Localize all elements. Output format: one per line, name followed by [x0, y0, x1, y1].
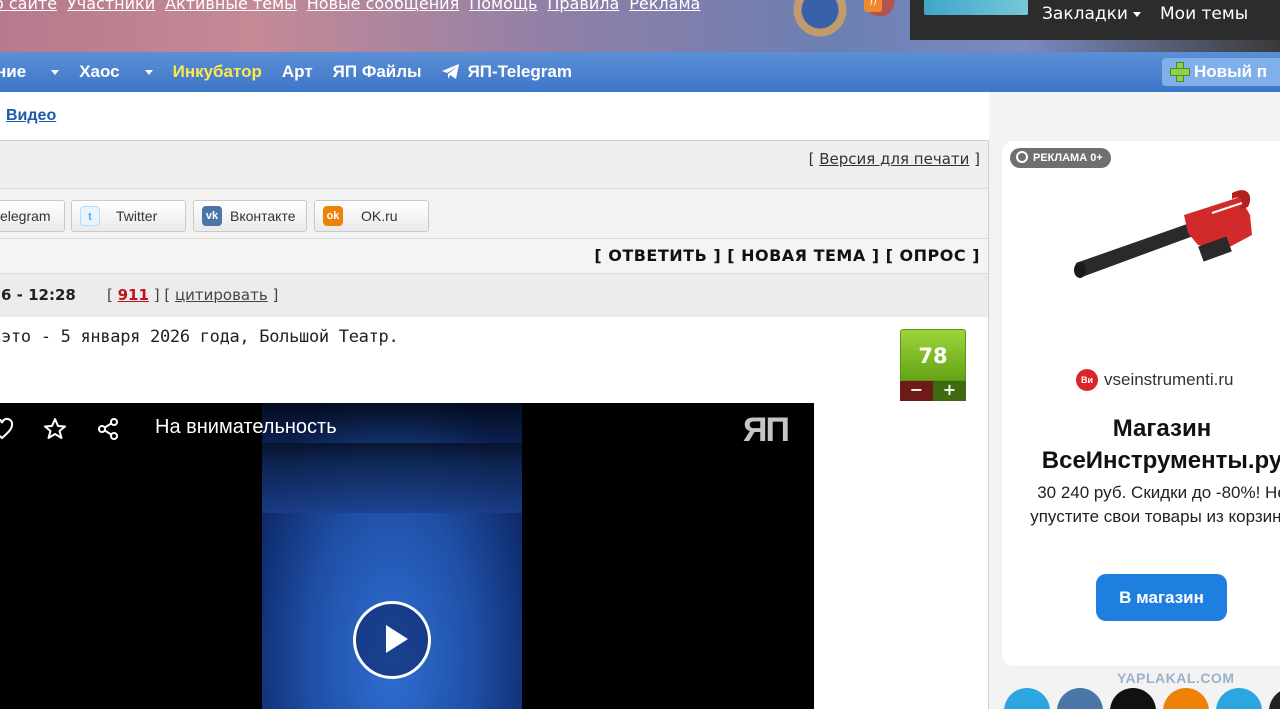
nav-item-chaos[interactable]: Хаос [79, 62, 153, 82]
chevron-down-icon [144, 69, 153, 75]
actions-row: [ ОТВЕТИТЬ ] [ НОВАЯ ТЕМА ] [ ОПРОС ] [0, 239, 988, 274]
plus-icon [1170, 62, 1190, 82]
ad-text: 30 240 руб. Скидки до -80%! Не упустите … [1030, 483, 1280, 526]
top-link-ads[interactable]: Реклама [629, 0, 700, 13]
top-link-members[interactable]: Участники [67, 0, 155, 13]
rating-score: 78 [900, 329, 966, 381]
user-panel: Закладки Мои темы [910, 0, 1280, 40]
share-vk-button[interactable]: vk Вконтакте [193, 200, 307, 232]
ad-title-line: ВсеИнструменты.ру [1041, 447, 1280, 474]
ad-title: Магазин ВсеИнструменты.ру [1022, 413, 1280, 477]
top-link-active-topics[interactable]: Активные темы [165, 0, 297, 13]
nav-item-label: ЯП-Telegram [467, 62, 572, 81]
breadcrumb[interactable]: Видео [6, 107, 56, 125]
post-number-link[interactable]: 911 [118, 286, 149, 304]
share-label: elegram [0, 208, 51, 224]
top-links: о сайте Участники Активные темы Новые со… [0, 0, 700, 13]
post-text: это - 5 января 2026 года, Большой Театр. [1, 327, 399, 347]
nav-item-telegram[interactable]: ЯП-Telegram [441, 62, 592, 82]
bookmarks-label: Закладки [1042, 4, 1128, 24]
ad-block[interactable]: РЕКЛАМА 0+ Ви vseinstrumenti.ru Магазин Вс… [1001, 140, 1280, 667]
post-links: [ 911 ] [ цитировать ] [107, 286, 279, 304]
nav-item-incubator[interactable]: Инкубатор [173, 62, 262, 82]
play-icon[interactable] [353, 601, 431, 679]
post-datetime: 6 - 12:28 [1, 286, 76, 304]
site-watermark: YAPLAKAL.COM [1117, 670, 1235, 686]
brand-logo: Ви [1076, 369, 1098, 391]
nav-item-files[interactable]: ЯП Файлы [333, 62, 422, 82]
print-version-link[interactable]: Версия для печати [819, 150, 969, 168]
nav-item-label: ние [0, 62, 27, 81]
yaplakal-logo: ЯП [743, 411, 790, 449]
ok-icon: ok [323, 206, 343, 226]
video-player[interactable]: На внимательность ЯП [0, 403, 814, 709]
topic-actions[interactable]: [ ОТВЕТИТЬ ] [ НОВАЯ ТЕМА ] [ ОПРОС ] [594, 246, 980, 265]
rating-plus-button[interactable]: + [933, 381, 966, 401]
avatar[interactable] [924, 0, 1028, 15]
share-label: OK.ru [361, 208, 398, 224]
star-icon[interactable] [43, 417, 67, 441]
new-post-label: Новый п [1194, 62, 1268, 81]
ad-brand[interactable]: Ви vseinstrumenti.ru [1076, 369, 1233, 391]
print-version: [ Версия для печати ] [808, 150, 980, 168]
top-banner: о сайте Участники Активные темы Новые со… [0, 0, 1280, 52]
print-row: [ Версия для печати ] [0, 141, 988, 189]
leaf-blower-image [1074, 190, 1252, 278]
main-nav: ние Хаос Инкубатор Арт ЯП Файлы ЯП-Teleg… [0, 52, 1280, 92]
new-post-button[interactable]: Новый п [1162, 58, 1280, 86]
share-icon[interactable] [96, 417, 120, 441]
top-link-help[interactable]: Помощь [469, 0, 537, 13]
share-label: Twitter [116, 208, 158, 224]
share-ok-button[interactable]: ok OK.ru [314, 200, 429, 232]
top-link-new-messages[interactable]: Новые сообщения [307, 0, 459, 13]
my-topics-link[interactable]: Мои темы [1160, 4, 1248, 24]
rating-minus-button[interactable]: − [900, 381, 933, 401]
rss-icon[interactable]: )) [864, 0, 882, 12]
ad-brand-label: vseinstrumenti.ru [1104, 370, 1234, 389]
heart-icon[interactable] [0, 417, 14, 441]
chevron-down-icon [51, 69, 60, 75]
top-link-about[interactable]: о сайте [0, 0, 57, 13]
top-link-rules[interactable]: Правила [547, 0, 619, 13]
share-telegram-button[interactable]: elegram [0, 200, 65, 232]
chevron-down-icon [1132, 11, 1141, 17]
nav-item-art[interactable]: Арт [282, 62, 313, 82]
nav-item-label: Хаос [79, 62, 120, 81]
quote-link[interactable]: цитировать [175, 286, 268, 304]
video-title: На внимательность [155, 416, 337, 438]
post-meta: 6 - 12:28 [ 911 ] [ цитировать ] [0, 274, 988, 317]
telegram-icon [441, 64, 459, 79]
bookmarks-menu[interactable]: Закладки [1042, 4, 1141, 24]
share-row: elegram t Twitter vk Вконтакте ok OK.ru [0, 189, 988, 239]
post-rating: 78 − + [900, 329, 966, 401]
ad-title-line: Магазин [1112, 415, 1212, 442]
video-header [0, 403, 814, 463]
ad-badge-label: РЕКЛАМА 0+ [1033, 152, 1103, 164]
share-twitter-button[interactable]: t Twitter [71, 200, 186, 232]
ad-shop-button[interactable]: В магазин [1096, 574, 1227, 621]
ad-info-icon [1016, 151, 1028, 163]
twitter-icon: t [80, 206, 100, 226]
nav-item-partial[interactable]: ние [0, 62, 60, 82]
vk-icon: vk [202, 206, 222, 226]
ad-badge[interactable]: РЕКЛАМА 0+ [1010, 148, 1111, 168]
share-label: Вконтакте [230, 208, 296, 224]
